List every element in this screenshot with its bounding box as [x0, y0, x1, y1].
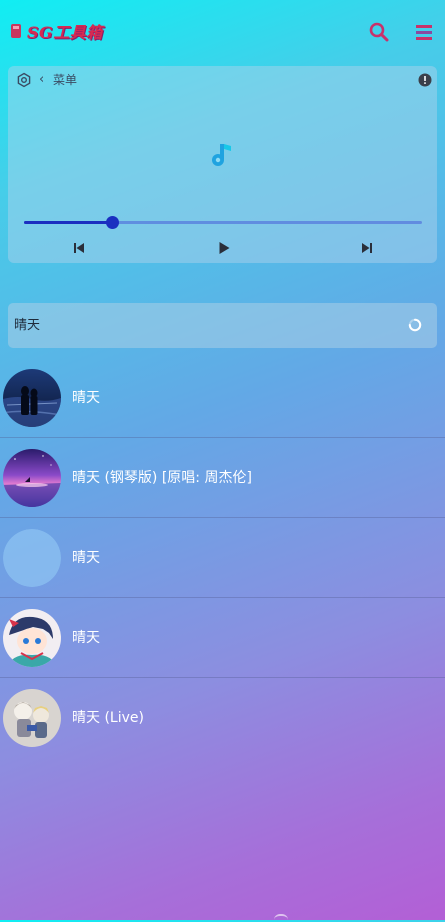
song-list-item[interactable]: 晴天 — [0, 598, 445, 678]
song-title: 晴天 — [72, 630, 100, 646]
play-icon[interactable] — [216, 240, 232, 256]
search-input[interactable]: 晴天 — [14, 303, 40, 348]
song-title: 晴天 — [72, 390, 100, 406]
app-logo-icon — [11, 24, 21, 38]
loading-spinner-icon — [408, 318, 422, 332]
search-box[interactable]: 晴天 — [8, 303, 437, 348]
music-note-icon — [212, 144, 231, 166]
song-list-item[interactable]: 晴天 (钢琴版) [原唱: 周杰伦] — [0, 438, 445, 518]
app-title-text: SG工具箱 — [27, 23, 103, 42]
chevron-left-icon[interactable]: ‹ — [39, 72, 51, 88]
song-cover-image — [3, 369, 61, 427]
menu-label[interactable]: 菜单 — [53, 72, 77, 88]
song-list-item[interactable]: 晴天 — [0, 518, 445, 598]
song-cover-placeholder — [3, 529, 61, 587]
search-icon[interactable] — [367, 20, 391, 44]
info-icon[interactable] — [418, 73, 432, 87]
gesture-indicator — [274, 914, 288, 922]
progress-thumb[interactable] — [106, 216, 119, 229]
skip-previous-icon[interactable] — [71, 240, 87, 256]
song-cover-image — [3, 449, 61, 507]
song-cover-image — [3, 689, 61, 747]
app-title: SG工具箱 — [11, 19, 103, 43]
skip-next-icon[interactable] — [359, 240, 375, 256]
song-title: 晴天 (钢琴版) [原唱: 周杰伦] — [72, 470, 252, 486]
menu-icon[interactable] — [412, 20, 436, 44]
song-list: 晴天 晴天 (钢琴版) [原唱: 周杰伦] 晴天 晴天 晴天 (Live) — [0, 358, 445, 758]
top-bar: SG工具箱 — [0, 0, 445, 62]
song-title: 晴天 (Live) — [72, 710, 144, 726]
song-title: 晴天 — [72, 550, 100, 566]
song-cover-image — [3, 609, 61, 667]
settings-icon[interactable] — [16, 72, 32, 88]
song-list-item[interactable]: 晴天 — [0, 358, 445, 438]
progress-fill — [24, 221, 112, 224]
music-player-card: ‹ 菜单 — [8, 66, 437, 263]
song-list-item[interactable]: 晴天 (Live) — [0, 678, 445, 758]
